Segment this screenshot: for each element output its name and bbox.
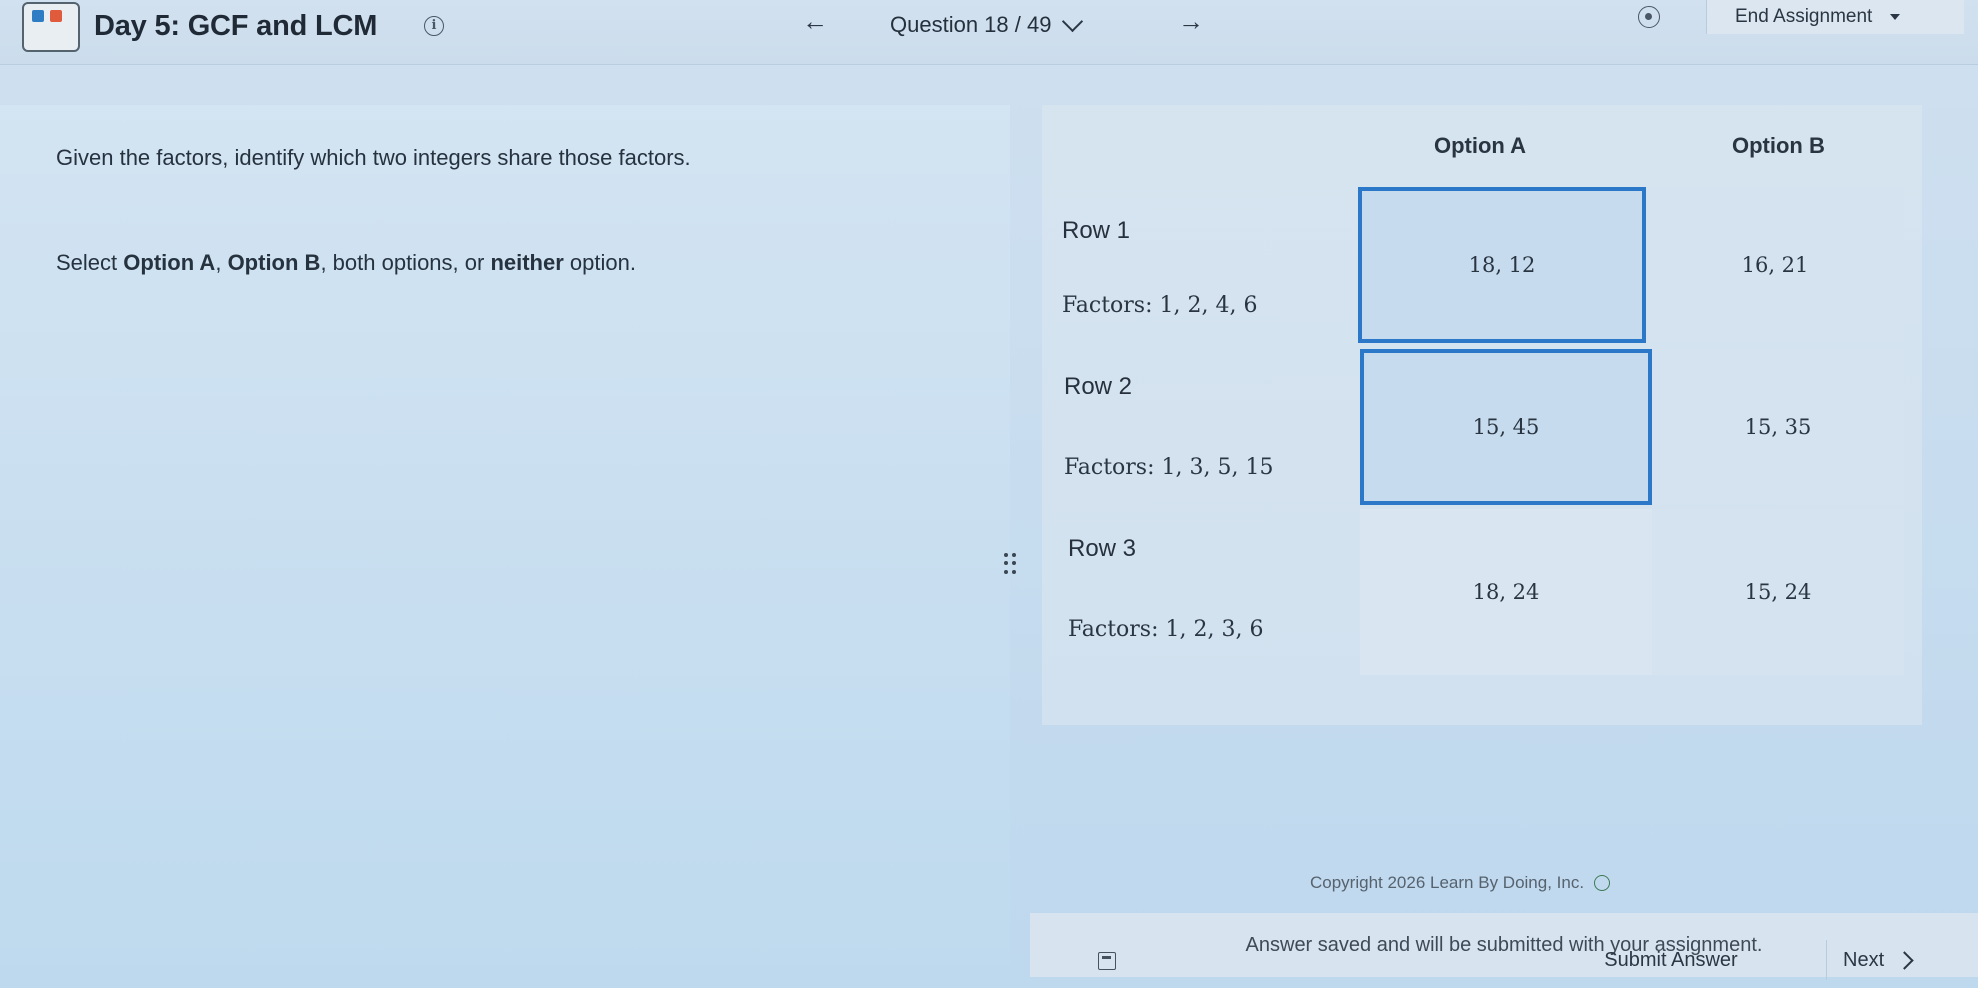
column-header-option-b: Option B — [1732, 133, 1825, 158]
copyright-notice: Copyright 2026 Learn By Doing, Inc. — [1310, 873, 1611, 893]
status-circle-icon — [1594, 875, 1611, 891]
end-assignment-label: End Assignment — [1735, 6, 1873, 27]
main-content: Given the factors, identify which two in… — [0, 65, 1978, 988]
prompt-text: , — [215, 250, 228, 275]
row-2-option-a-cell[interactable]: 15, 45 — [1360, 349, 1652, 505]
row-1-label: Row 1 — [1062, 217, 1131, 244]
next-question-arrow-icon[interactable]: → — [1178, 6, 1204, 37]
prompt-option-a: Option A — [123, 250, 216, 275]
next-button[interactable]: Next — [1826, 940, 1956, 980]
prompt-instruction: Given the factors, identify which two in… — [56, 145, 691, 170]
prompt-option-b: Option B — [227, 250, 321, 275]
row-1-option-a-cell[interactable]: 18, 12 — [1358, 187, 1646, 343]
info-icon[interactable]: i — [424, 16, 444, 36]
prompt-neither: neither — [490, 250, 564, 275]
row-2-label: Row 2 — [1064, 373, 1133, 400]
row-1-factors: Factors: 1, 2, 4, 6 — [1062, 293, 1258, 318]
prompt-text: , both options, or — [320, 250, 491, 275]
chevron-right-icon — [1895, 950, 1914, 970]
column-header-option-a: Option A — [1434, 133, 1527, 158]
previous-question-arrow-icon[interactable]: ← — [802, 6, 828, 37]
assignment-title: Day 5: GCF and LCM — [94, 10, 378, 42]
prompt-text: option. — [563, 250, 636, 275]
drag-handle-icon[interactable] — [1004, 553, 1016, 575]
end-assignment-button[interactable]: End Assignment — [1706, 0, 1964, 34]
next-button-label: Next — [1843, 948, 1885, 971]
row-1-option-b-cell[interactable]: 16, 21 — [1646, 187, 1904, 343]
prompt-text: Select — [56, 250, 124, 275]
row-2-option-b-cell[interactable]: 15, 35 — [1652, 349, 1904, 505]
calculator-icon[interactable] — [1098, 952, 1116, 970]
copyright-text: Copyright 2026 Learn By Doing, Inc. — [1310, 873, 1585, 892]
chevron-down-icon — [1062, 10, 1084, 32]
question-selector[interactable]: Question 18 / 49 — [890, 10, 1084, 38]
submit-answer-button[interactable]: Submit Answer — [1576, 940, 1766, 980]
answer-table: Option A Option B Row 1 Factors: 1, 2, 4… — [1042, 105, 1922, 725]
prompt-selection-instruction: Select Option A, Option B, both options,… — [56, 250, 636, 276]
caret-down-icon — [1890, 14, 1901, 20]
row-3-option-a-cell[interactable]: 18, 24 — [1360, 509, 1652, 675]
row-2-factors: Factors: 1, 3, 5, 15 — [1064, 455, 1274, 480]
question-counter-label: Question 18 / 49 — [890, 12, 1052, 37]
row-3-label: Row 3 — [1068, 535, 1137, 562]
tools-icon[interactable] — [1638, 6, 1660, 28]
question-prompt-pane: Given the factors, identify which two in… — [0, 105, 1010, 965]
row-3-factors: Factors: 1, 2, 3, 6 — [1068, 617, 1264, 642]
row-3-option-b-cell[interactable]: 15, 24 — [1652, 509, 1904, 675]
app-logo-icon — [22, 2, 80, 52]
top-bar: Day 5: GCF and LCM i ← Question 18 / 49 … — [0, 0, 1978, 65]
